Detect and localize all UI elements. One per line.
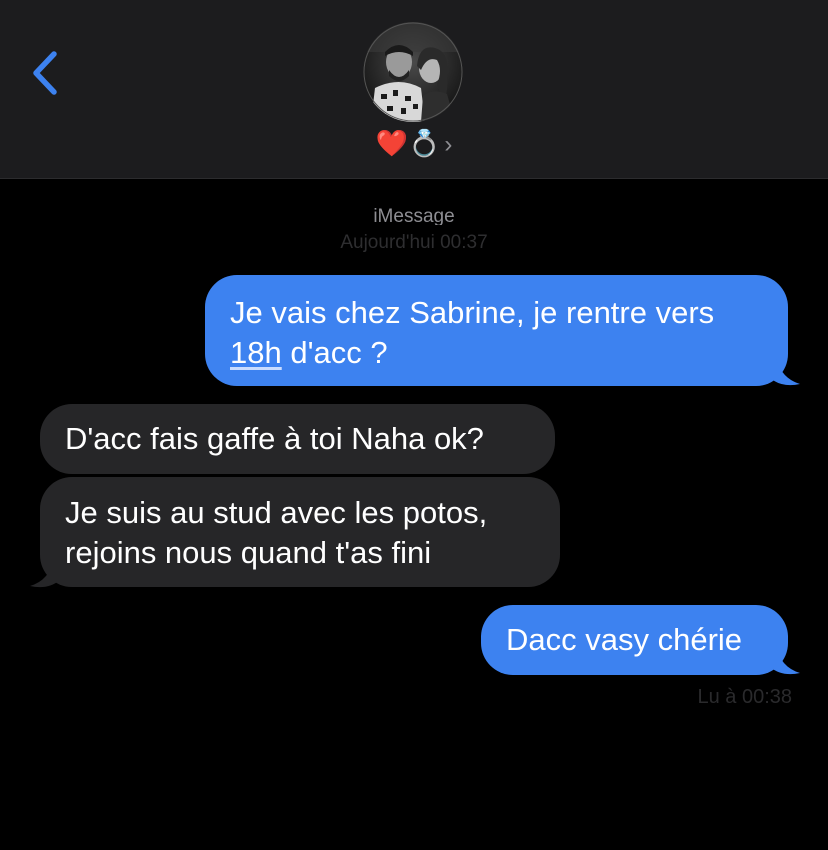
- chevron-right-icon: ›: [444, 131, 453, 158]
- message-text: d'acc ?: [281, 335, 388, 370]
- time-link[interactable]: 18h: [230, 335, 282, 370]
- chevron-left-icon: [33, 51, 57, 95]
- message-bubble-received[interactable]: D'acc fais gaffe à toi Naha ok?: [40, 404, 555, 474]
- bubble-tail: [770, 645, 800, 675]
- back-button[interactable]: [28, 48, 68, 98]
- message-bubble-sent[interactable]: Dacc vasy chérie: [481, 605, 788, 675]
- message-text: Je suis au stud avec les potos,: [65, 495, 488, 530]
- bubble-tail: [30, 558, 60, 588]
- message-bubble-sent[interactable]: Je vais chez Sabrine, je rentre vers 18h…: [205, 275, 788, 386]
- message-text: rejoins nous quand t'as fini: [65, 535, 432, 570]
- contact-avatar[interactable]: [363, 22, 463, 122]
- contact-name: ❤️💍: [375, 129, 441, 159]
- bubble-tail: [770, 356, 800, 386]
- contact-photo: [363, 22, 463, 122]
- message-bubble-received[interactable]: Je suis au stud avec les potos, rejoins …: [40, 477, 560, 587]
- message-text: D'acc fais gaffe à toi Naha ok?: [65, 421, 484, 456]
- read-receipt: Lu à 00:38: [697, 686, 792, 708]
- contact-name-button[interactable]: ❤️💍 ›: [0, 126, 828, 163]
- message-text: Dacc vasy chérie: [506, 622, 743, 657]
- service-label: iMessage: [373, 206, 455, 225]
- conversation-header: ❤️💍 ›: [0, 0, 828, 179]
- message-text: Je vais chez Sabrine, je rentre vers: [230, 295, 715, 330]
- timestamp-label: Aujourd'hui 00:37: [340, 232, 488, 253]
